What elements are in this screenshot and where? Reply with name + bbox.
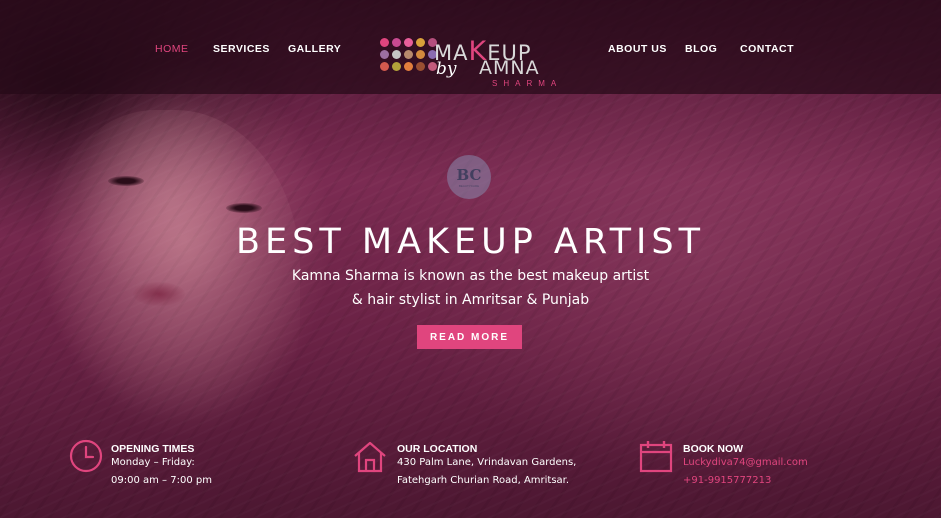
site-logo[interactable]: MAKEUP by AMNA SHARMA <box>380 36 563 90</box>
nav-services-link[interactable]: SERVICES <box>213 43 270 55</box>
watermark-initials: BC <box>456 166 482 184</box>
logo-palette-dot <box>380 62 389 71</box>
watermark-badge: BC BEAUTYCARE <box>447 155 491 199</box>
address-line-1: 430 Palm Lane, Vrindavan Gardens, <box>397 457 577 468</box>
nav-contact-link[interactable]: CONTACT <box>740 43 794 55</box>
booking-title: BOOK NOW <box>683 443 744 455</box>
booking-email-link[interactable]: Luckydiva74@gmail.com <box>683 457 808 468</box>
logo-palette-dot <box>392 38 401 47</box>
logo-palette-dot <box>392 50 401 59</box>
logo-palette-dot <box>404 62 413 71</box>
logo-palette-dot <box>416 62 425 71</box>
logo-palette-icon <box>380 38 437 71</box>
house-icon <box>354 441 386 473</box>
opening-hours: 09:00 am – 7:00 pm <box>111 475 212 486</box>
opening-times-title: OPENING TIMES <box>111 443 195 455</box>
opening-days: Monday – Friday: <box>111 457 195 468</box>
booking-phone-link[interactable]: +91-9915777213 <box>683 475 771 486</box>
location-title: OUR LOCATION <box>397 443 478 455</box>
logo-palette-dot <box>392 62 401 71</box>
logo-wordmark-sharma: SHARMA <box>492 79 563 88</box>
logo-palette-dot <box>416 50 425 59</box>
calendar-icon <box>639 441 673 473</box>
logo-wordmark-kamna: AMNA <box>479 57 540 79</box>
hero-subline-1: Kamna Sharma is known as the best makeup… <box>291 268 650 284</box>
logo-palette-dot <box>380 38 389 47</box>
logo-palette-dot <box>404 50 413 59</box>
portrait-eye-right <box>226 203 262 213</box>
read-more-button[interactable]: READ MORE <box>417 325 522 349</box>
location-block: OUR LOCATION 430 Palm Lane, Vrindavan Ga… <box>352 436 592 496</box>
booking-block: BOOK NOW Luckydiva74@gmail.com +91-99157… <box>638 436 848 496</box>
logo-palette-dot <box>416 38 425 47</box>
hero-subline-2: & hair stylist in Amritsar & Punjab <box>351 292 590 308</box>
top-navigation-bar: HOME SERVICES GALLERY ABOUT US BLOG CONT… <box>0 0 941 94</box>
opening-times-block: OPENING TIMES Monday – Friday: 09:00 am … <box>68 436 268 496</box>
address-line-2: Fatehgarh Churian Road, Amritsar. <box>397 475 570 486</box>
nav-about-link[interactable]: ABOUT US <box>608 43 667 55</box>
nav-home-link[interactable]: HOME <box>155 43 189 55</box>
clock-icon <box>69 439 103 473</box>
watermark-subtext: BEAUTYCARE <box>458 184 480 188</box>
logo-palette-dot <box>404 38 413 47</box>
logo-palette-dot <box>380 50 389 59</box>
portrait-eye-left <box>108 176 144 186</box>
nav-gallery-link[interactable]: GALLERY <box>288 43 341 55</box>
hero-headline: BEST MAKEUP ARTIST <box>236 222 705 262</box>
nav-blog-link[interactable]: BLOG <box>685 43 717 55</box>
logo-by-script: by <box>436 59 457 79</box>
